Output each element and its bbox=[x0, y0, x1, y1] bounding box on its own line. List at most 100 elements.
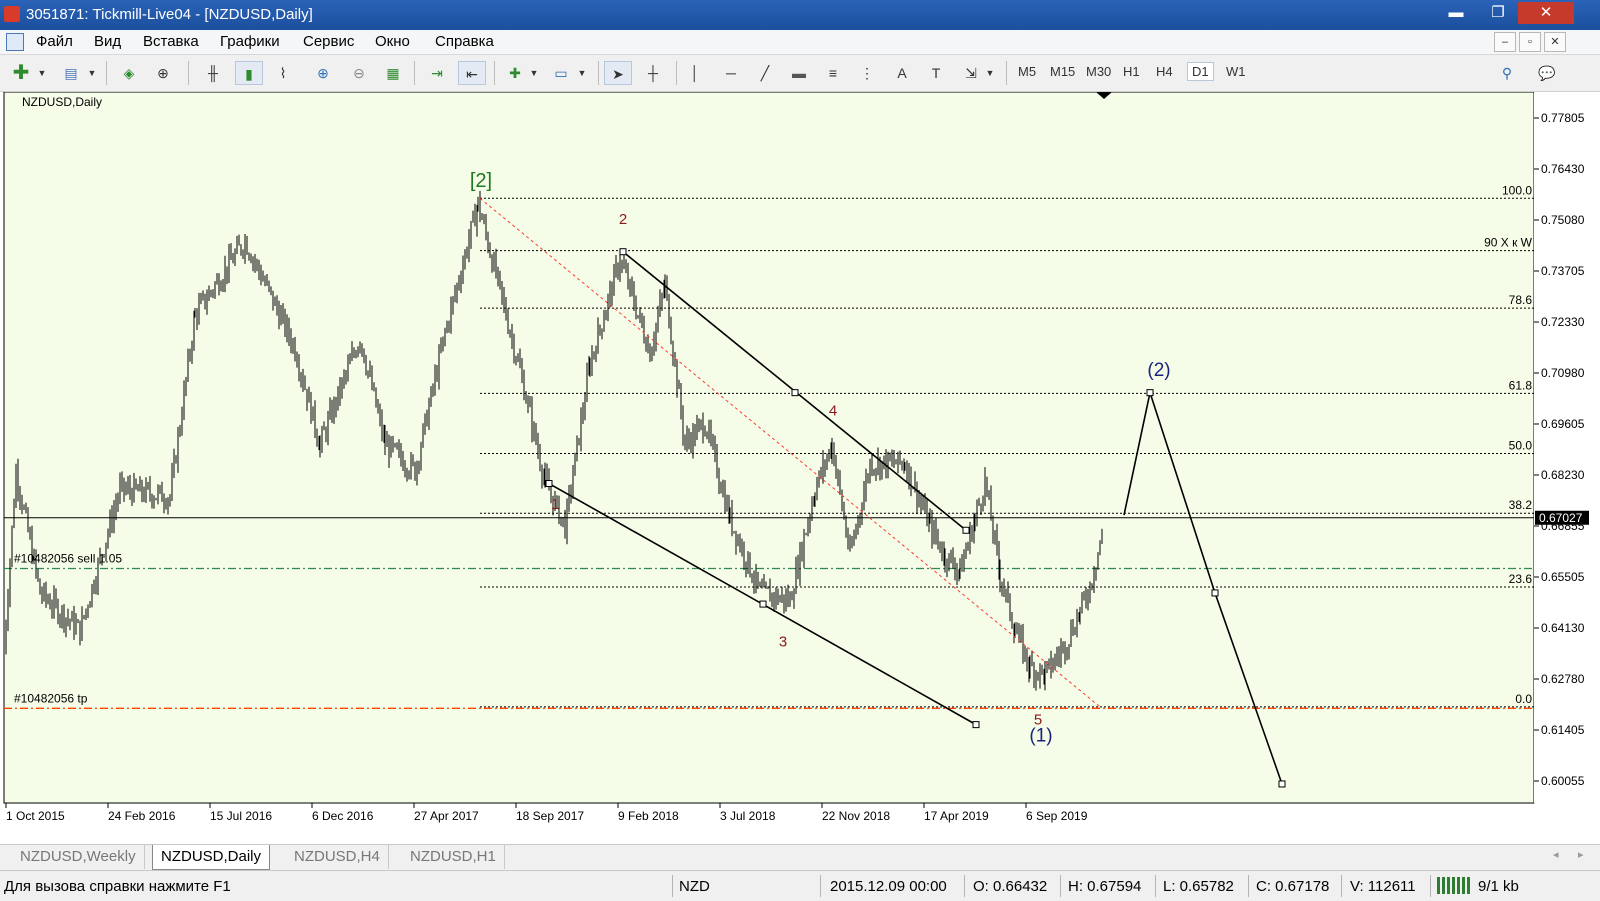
zoom-in-icon[interactable]: ⊕ bbox=[310, 61, 336, 85]
timeframe-m15[interactable]: M15 bbox=[1050, 64, 1075, 79]
search-icon[interactable]: ⚲ bbox=[1494, 61, 1520, 85]
minimize-button[interactable]: ▬ bbox=[1436, 2, 1476, 24]
menu-insert[interactable]: Вставка bbox=[143, 33, 199, 50]
menu-view[interactable]: Вид bbox=[94, 33, 121, 50]
timeframe-m30[interactable]: M30 bbox=[1086, 64, 1111, 79]
timeframe-h1[interactable]: H1 bbox=[1123, 64, 1140, 79]
title-bar: 3051871: Tickmill-Live04 - [NZDUSD,Daily… bbox=[0, 0, 1600, 30]
line-chart-icon[interactable]: ⌇ bbox=[270, 61, 296, 85]
mdi-restore-button[interactable]: ▫ bbox=[1519, 32, 1541, 52]
mdi-minimize-button[interactable]: – bbox=[1494, 32, 1516, 52]
timeframe-h4[interactable]: H4 bbox=[1156, 64, 1173, 79]
tab-nzdusd-daily[interactable]: NZDUSD,Daily bbox=[152, 845, 271, 870]
menu-tools[interactable]: Сервис bbox=[303, 33, 354, 50]
chart-document-icon[interactable] bbox=[6, 33, 24, 51]
vertical-line-icon[interactable]: │ bbox=[684, 61, 706, 85]
date-tick-label: 17 Apr 2019 bbox=[924, 809, 989, 823]
drawing-handle[interactable] bbox=[1278, 780, 1286, 788]
mdi-close-button[interactable]: ✕ bbox=[1544, 32, 1566, 52]
price-tick-label: 0.76430 bbox=[1541, 162, 1585, 176]
date-tick-label: 27 Apr 2017 bbox=[414, 809, 479, 823]
timeframe-m5[interactable]: M5 bbox=[1018, 64, 1036, 79]
current-price-label: 0.67027 bbox=[1539, 511, 1583, 525]
status-high: H: 0.67594 bbox=[1068, 878, 1142, 895]
tabs-scroll-left-icon[interactable]: ◂ bbox=[1553, 848, 1559, 861]
tile-windows-icon[interactable]: ▦ bbox=[380, 61, 406, 85]
chevron-down-icon[interactable]: ▼ bbox=[984, 61, 996, 85]
chevron-down-icon[interactable]: ▼ bbox=[576, 61, 588, 85]
chat-icon[interactable]: 💬 bbox=[1532, 61, 1562, 85]
auto-scroll-icon[interactable]: ⇥ bbox=[424, 61, 450, 85]
text-icon[interactable]: A bbox=[890, 61, 914, 85]
bar-chart-icon[interactable]: ╫ bbox=[200, 61, 226, 85]
wave-label-circle-2: (2) bbox=[1147, 360, 1170, 381]
tab-nzdusd-weekly[interactable]: NZDUSD,Weekly bbox=[12, 845, 145, 869]
wave-label-2: 2 bbox=[619, 211, 627, 228]
drawing-handle[interactable] bbox=[1146, 389, 1154, 397]
connection-status-icon[interactable] bbox=[1437, 877, 1471, 894]
drawing-handle[interactable] bbox=[759, 600, 767, 608]
menu-file[interactable]: Файл bbox=[36, 33, 73, 50]
chart-window[interactable]: 100.0 90 Х к W 78.6 61.8 50.0 38.2 23.6 0.0 #104… bbox=[0, 92, 1600, 844]
price-tick-label: 0.60055 bbox=[1541, 774, 1585, 788]
text-label-icon[interactable]: T bbox=[924, 61, 948, 85]
wave-label-4: 4 bbox=[829, 403, 837, 420]
price-tick-label: 0.64130 bbox=[1541, 621, 1585, 635]
fib-level-label: 90 Х к W bbox=[1484, 236, 1533, 250]
price-tick-label: 0.61405 bbox=[1541, 723, 1585, 737]
timeframe-d1[interactable]: D1 bbox=[1187, 62, 1214, 81]
fib-level-label: 38.2 bbox=[1509, 498, 1533, 512]
candlestick-icon[interactable]: ▮ bbox=[235, 61, 263, 85]
menu-window[interactable]: Окно bbox=[375, 33, 410, 50]
trendline-icon[interactable]: ╱ bbox=[752, 61, 778, 85]
close-button[interactable]: ✕ bbox=[1518, 2, 1574, 24]
fib-level-label: 78.6 bbox=[1509, 293, 1533, 307]
horizontal-line-icon[interactable]: ─ bbox=[718, 61, 744, 85]
status-datetime: 2015.12.09 00:00 bbox=[830, 878, 947, 895]
cursor-icon[interactable]: ➤ bbox=[604, 61, 632, 85]
restore-button[interactable]: ❐ bbox=[1478, 2, 1518, 24]
wave-label-major-2: [2] bbox=[470, 170, 492, 192]
tab-nzdusd-h4[interactable]: NZDUSD,H4 bbox=[286, 845, 389, 869]
drawing-handle[interactable] bbox=[791, 389, 799, 397]
chevron-down-icon[interactable]: ▼ bbox=[36, 61, 48, 85]
grid-icon[interactable]: ⋮ bbox=[854, 61, 880, 85]
fib-level-label: 50.0 bbox=[1509, 438, 1533, 452]
zoom-out-icon[interactable]: ⊖ bbox=[346, 61, 372, 85]
fib-level-label: 0.0 bbox=[1515, 692, 1532, 706]
drawing-handle[interactable] bbox=[619, 248, 627, 256]
status-open: O: 0.66432 bbox=[973, 878, 1048, 895]
price-tick-label: 0.68230 bbox=[1541, 468, 1585, 482]
new-chart-icon[interactable]: ✚ bbox=[8, 61, 34, 85]
chevron-down-icon[interactable]: ▼ bbox=[86, 61, 98, 85]
menu-bar: Файл Вид Вставка Графики Сервис Окно Спр… bbox=[0, 30, 1600, 55]
menu-charts[interactable]: Графики bbox=[220, 33, 280, 50]
price-chart[interactable]: 100.0 90 Х к W 78.6 61.8 50.0 38.2 23.6 0.0 #104… bbox=[0, 92, 1600, 844]
market-watch-icon[interactable]: ◈ bbox=[116, 61, 142, 85]
timeframe-w1[interactable]: W1 bbox=[1226, 64, 1246, 79]
chevron-down-icon[interactable]: ▼ bbox=[528, 61, 540, 85]
status-close: C: 0.67178 bbox=[1256, 878, 1330, 895]
date-tick-label: 24 Feb 2016 bbox=[108, 809, 176, 823]
drawing-handle[interactable] bbox=[1211, 589, 1219, 597]
status-volume: V: 112611 bbox=[1350, 878, 1416, 895]
templates-icon[interactable]: ▭ bbox=[548, 61, 574, 85]
chart-shift-icon[interactable]: ⇤ bbox=[458, 61, 486, 85]
wave-label-1: 1 bbox=[551, 496, 559, 513]
profiles-icon[interactable]: ▤ bbox=[58, 61, 84, 85]
date-tick-label: 3 Jul 2018 bbox=[720, 809, 776, 823]
tab-nzdusd-h1[interactable]: NZDUSD,H1 bbox=[402, 845, 505, 869]
crosshair-icon[interactable]: ┼ bbox=[640, 61, 666, 85]
navigator-icon[interactable]: ⊕ bbox=[150, 61, 176, 85]
arrows-icon[interactable]: ⇲ bbox=[958, 61, 984, 85]
drawing-handle[interactable] bbox=[545, 480, 553, 488]
price-tick-label: 0.69605 bbox=[1541, 417, 1585, 431]
tabs-scroll-right-icon[interactable]: ▸ bbox=[1578, 848, 1584, 861]
status-low: L: 0.65782 bbox=[1163, 878, 1234, 895]
channel-icon[interactable]: ▬ bbox=[786, 61, 812, 85]
fibonacci-icon[interactable]: ≡ bbox=[820, 61, 846, 85]
menu-help[interactable]: Справка bbox=[435, 33, 494, 50]
indicators-icon[interactable]: ✚ bbox=[502, 61, 528, 85]
drawing-handle[interactable] bbox=[962, 526, 970, 534]
drawing-handle[interactable] bbox=[972, 721, 980, 729]
